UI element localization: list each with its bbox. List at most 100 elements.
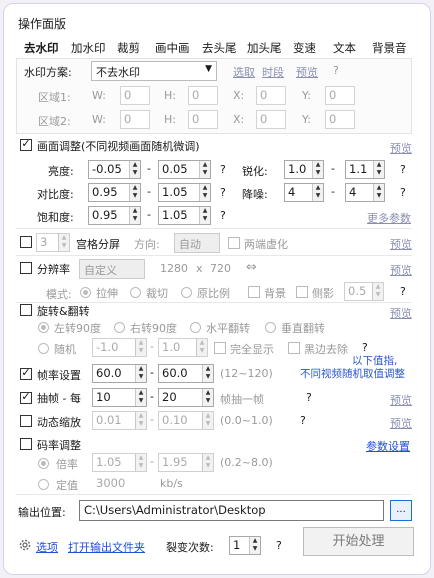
remove-black-edge-checkbox[interactable] (288, 342, 300, 354)
time-range-link[interactable]: 时段 (262, 64, 284, 80)
background-checkbox[interactable] (248, 286, 260, 298)
mode-original-radio[interactable] (181, 287, 192, 298)
start-processing-button[interactable]: 开始处理 (303, 527, 414, 556)
contrast-help-icon[interactable]: ? (220, 186, 226, 199)
rotate-right-radio[interactable] (114, 322, 125, 333)
repeat-help-icon[interactable]: ? (276, 539, 282, 552)
mode-crop-radio[interactable] (130, 287, 141, 298)
grid-direction-select[interactable]: 自动 (174, 233, 220, 253)
rotate-preview-link[interactable]: 预览 (390, 305, 412, 321)
sharpen-min-stepper[interactable]: 1.0 ▲ ▼ (284, 160, 324, 179)
rotate-checkbox[interactable] (20, 304, 32, 316)
rotate-left-radio[interactable] (38, 322, 49, 333)
sharpen-help-icon[interactable]: ? (400, 163, 406, 176)
region1-w-input[interactable]: 0 (120, 86, 150, 105)
contrast-max-stepper[interactable]: 1.05 ▲ ▼ (158, 183, 211, 202)
extract-max-stepper[interactable]: 20 ▲ ▼ (158, 388, 214, 407)
swap-icon[interactable]: ⇔ (246, 260, 257, 275)
resolution-preset-select[interactable]: 自定义 (79, 259, 145, 279)
watermark-help-icon[interactable]: ? (333, 64, 339, 77)
brightness-max-stepper[interactable]: 0.05 ▲ ▼ (158, 160, 211, 179)
zoom-preview-link[interactable]: 预览 (390, 415, 412, 431)
options-link[interactable]: 选项 (36, 539, 58, 555)
zoom-max-stepper[interactable]: 0.10 ▲ ▼ (158, 411, 214, 430)
open-output-folder-link[interactable]: 打开输出文件夹 (68, 539, 145, 555)
grid-count-stepper[interactable]: 3 ▲ ▼ (36, 233, 70, 252)
picture-adjust-checkbox[interactable] (20, 139, 32, 151)
resolution-width-input[interactable]: 1280 (160, 262, 188, 275)
extract-frames-checkbox[interactable] (20, 392, 32, 404)
tab-crop[interactable]: 裁剪 (117, 40, 140, 56)
contrast-min-stepper[interactable]: 0.95 ▲ ▼ (88, 183, 141, 202)
zoom-help-icon[interactable]: ? (300, 414, 306, 427)
region2-y-input[interactable]: 0 (325, 110, 355, 129)
sharpen-max-stepper[interactable]: 1.1 ▲ ▼ (345, 160, 385, 179)
tab-speed[interactable]: 变速 (293, 40, 316, 56)
more-params-link[interactable]: 更多参数 (367, 210, 411, 226)
watermark-scheme-select[interactable]: 不去水印 ▼ (91, 61, 217, 81)
watermark-preview-link[interactable]: 预览 (296, 64, 318, 80)
bitrate-settings-link[interactable]: 参数设置 (366, 438, 410, 454)
side-blur-stepper[interactable]: 0.5 ▲ ▼ (344, 282, 384, 301)
gear-icon[interactable] (18, 538, 32, 555)
saturation-max-stepper[interactable]: 1.05 ▲ ▼ (158, 206, 211, 225)
extract-min-stepper[interactable]: 10 ▲ ▼ (92, 388, 147, 407)
tab-add-watermark[interactable]: 加水印 (71, 40, 106, 56)
resolution-help-icon[interactable]: ? (400, 285, 406, 298)
browse-button[interactable]: ... (390, 500, 412, 521)
saturation-min-stepper[interactable]: 0.95 ▲ ▼ (88, 206, 141, 225)
bitrate-checkbox[interactable] (20, 438, 32, 450)
select-region-link[interactable]: 选取 (233, 64, 255, 80)
grid-preview-link[interactable]: 预览 (390, 236, 412, 252)
region2-x-input[interactable]: 0 (256, 110, 286, 129)
resolution-height-input[interactable]: 720 (210, 262, 231, 275)
edge-blur-checkbox[interactable] (228, 237, 240, 249)
extract-preview-link[interactable]: 预览 (390, 392, 412, 408)
dash-text: - (147, 185, 151, 198)
grid-split-checkbox[interactable] (20, 236, 32, 248)
region1-x-input[interactable]: 0 (256, 86, 286, 105)
fps-checkbox[interactable] (20, 368, 32, 380)
denoise-max-stepper[interactable]: 4 ▲ ▼ (345, 183, 385, 202)
bitrate-ratio-max-stepper[interactable]: 1.95 ▲ ▼ (158, 453, 214, 472)
random-min-stepper[interactable]: -1.0 ▲ ▼ (92, 338, 147, 357)
region1-y-input[interactable]: 0 (325, 86, 355, 105)
fps-min-stepper[interactable]: 60.0 ▲ ▼ (92, 364, 147, 383)
watermark-scheme-label: 水印方案: (24, 66, 72, 79)
bitrate-ratio-min-stepper[interactable]: 1.05 ▲ ▼ (92, 453, 147, 472)
bitrate-fixed-input[interactable]: 3000 (92, 474, 147, 493)
random-max-stepper[interactable]: 1.0 ▲ ▼ (158, 338, 208, 357)
dash-text: - (150, 366, 154, 379)
bitrate-fixed-radio[interactable] (38, 479, 49, 490)
tab-bgm[interactable]: 背景音 (372, 40, 407, 56)
bitrate-ratio-radio[interactable] (38, 458, 49, 469)
random-rotate-radio[interactable] (38, 343, 49, 354)
brightness-help-icon[interactable]: ? (220, 163, 226, 176)
tab-text[interactable]: 文本 (333, 40, 356, 56)
tab-add-intro[interactable]: 加头尾 (247, 40, 282, 56)
dynamic-zoom-checkbox[interactable] (20, 415, 32, 427)
denoise-help-icon[interactable]: ? (400, 186, 406, 199)
mode-stretch-radio[interactable] (80, 287, 91, 298)
fps-max-stepper[interactable]: 60.0 ▲ ▼ (158, 364, 214, 383)
flip-horizontal-radio[interactable] (190, 322, 201, 333)
output-path-input[interactable]: C:\Users\Administrator\Desktop (79, 500, 384, 521)
tab-remove-watermark[interactable]: 去水印 (24, 40, 59, 56)
picture-preview-link[interactable]: 预览 (390, 140, 412, 156)
region2-w-input[interactable]: 0 (120, 110, 150, 129)
brightness-min-stepper[interactable]: -0.05 ▲ ▼ (88, 160, 141, 179)
denoise-min-stepper[interactable]: 4 ▲ ▼ (284, 183, 324, 202)
flip-vertical-radio[interactable] (265, 322, 276, 333)
zoom-min-stepper[interactable]: 0.01 ▲ ▼ (92, 411, 147, 430)
full-display-checkbox[interactable] (214, 342, 226, 354)
saturation-help-icon[interactable]: ? (220, 209, 226, 222)
tab-pip[interactable]: 画中画 (155, 40, 190, 56)
tab-trim[interactable]: 去头尾 (202, 40, 237, 56)
extract-help-icon[interactable]: ? (306, 391, 312, 404)
region1-h-input[interactable]: 0 (188, 86, 218, 105)
resolution-preview-link[interactable]: 预览 (390, 262, 412, 278)
side-blur-checkbox[interactable] (296, 286, 308, 298)
repeat-count-stepper[interactable]: 1 ▲ ▼ (229, 536, 261, 555)
resolution-checkbox[interactable] (20, 262, 32, 274)
region2-h-input[interactable]: 0 (188, 110, 218, 129)
